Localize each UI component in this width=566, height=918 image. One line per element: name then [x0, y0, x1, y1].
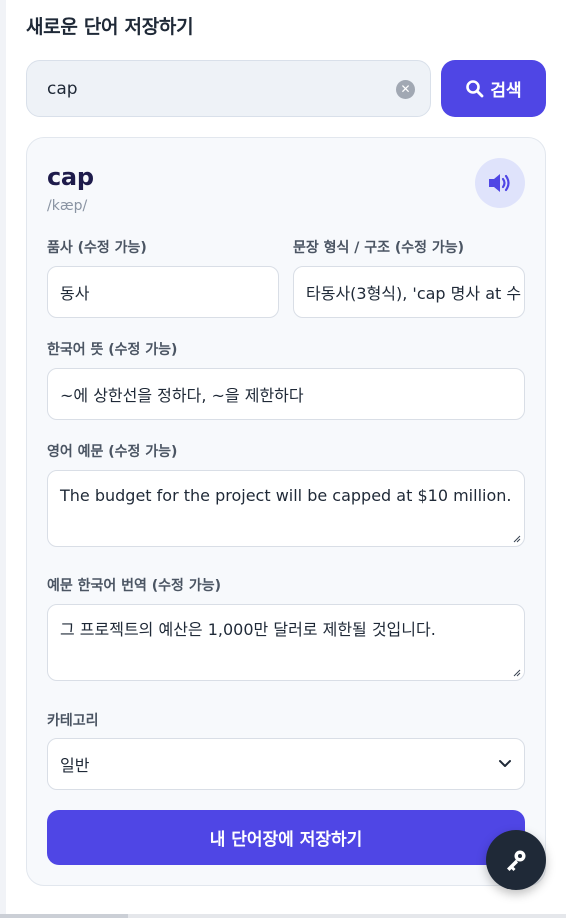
left-edge: [0, 0, 6, 918]
speaker-icon: [489, 174, 510, 192]
save-to-wordbook-button[interactable]: 내 단어장에 저장하기: [47, 810, 525, 865]
x-circle-icon: ✕: [400, 82, 411, 96]
resize-grip-icon[interactable]: [513, 535, 521, 543]
chevron-down-icon: [499, 760, 511, 767]
category-value: 일반: [60, 756, 90, 775]
category-label: 카테고리: [47, 713, 99, 729]
search-input[interactable]: [47, 75, 377, 103]
translation-label: 예문 한국어 번역 (수정 가능): [47, 578, 221, 594]
structure-field[interactable]: 타동사(3형식), 'cap 명사 at 수: [293, 266, 525, 318]
pronounce-button[interactable]: [475, 158, 525, 208]
api-key-button[interactable]: [486, 830, 546, 890]
search-button-label: 검색: [490, 81, 522, 101]
example-textarea[interactable]: The budget for the project will be cappe…: [47, 470, 525, 547]
headword: cap: [47, 163, 94, 191]
resize-grip-icon[interactable]: [513, 669, 521, 677]
category-select[interactable]: 일반: [47, 738, 525, 790]
translation-textarea[interactable]: 그 프로젝트의 예산은 1,000만 달러로 제한될 것입니다.: [47, 604, 525, 681]
key-icon: [507, 850, 526, 871]
bottom-edge: [0, 914, 566, 918]
page-title: 새로운 단어 저장하기: [26, 16, 194, 38]
pos-field[interactable]: 동사: [47, 266, 279, 318]
search-button[interactable]: 검색: [441, 60, 546, 117]
example-label: 영어 예문 (수정 가능): [47, 444, 178, 460]
meaning-field[interactable]: ~에 상한선을 정하다, ~을 제한하다: [47, 368, 525, 420]
phonetic: /kæp/: [47, 198, 88, 214]
word-card: cap /kæp/ 품사 (수정 가능) 동사 문장 형식 / 구조 (수정 가…: [26, 137, 546, 886]
translation-text: 그 프로젝트의 예산은 1,000만 달러로 제한될 것입니다.: [60, 620, 436, 639]
clear-search-button[interactable]: ✕: [396, 80, 415, 99]
structure-label: 문장 형식 / 구조 (수정 가능): [293, 240, 465, 256]
search-box: ✕: [26, 60, 431, 117]
magnifier-icon: [466, 79, 484, 97]
meaning-label: 한국어 뜻 (수정 가능): [47, 342, 178, 358]
example-text: The budget for the project will be cappe…: [60, 486, 512, 505]
pos-label: 품사 (수정 가능): [47, 240, 147, 256]
